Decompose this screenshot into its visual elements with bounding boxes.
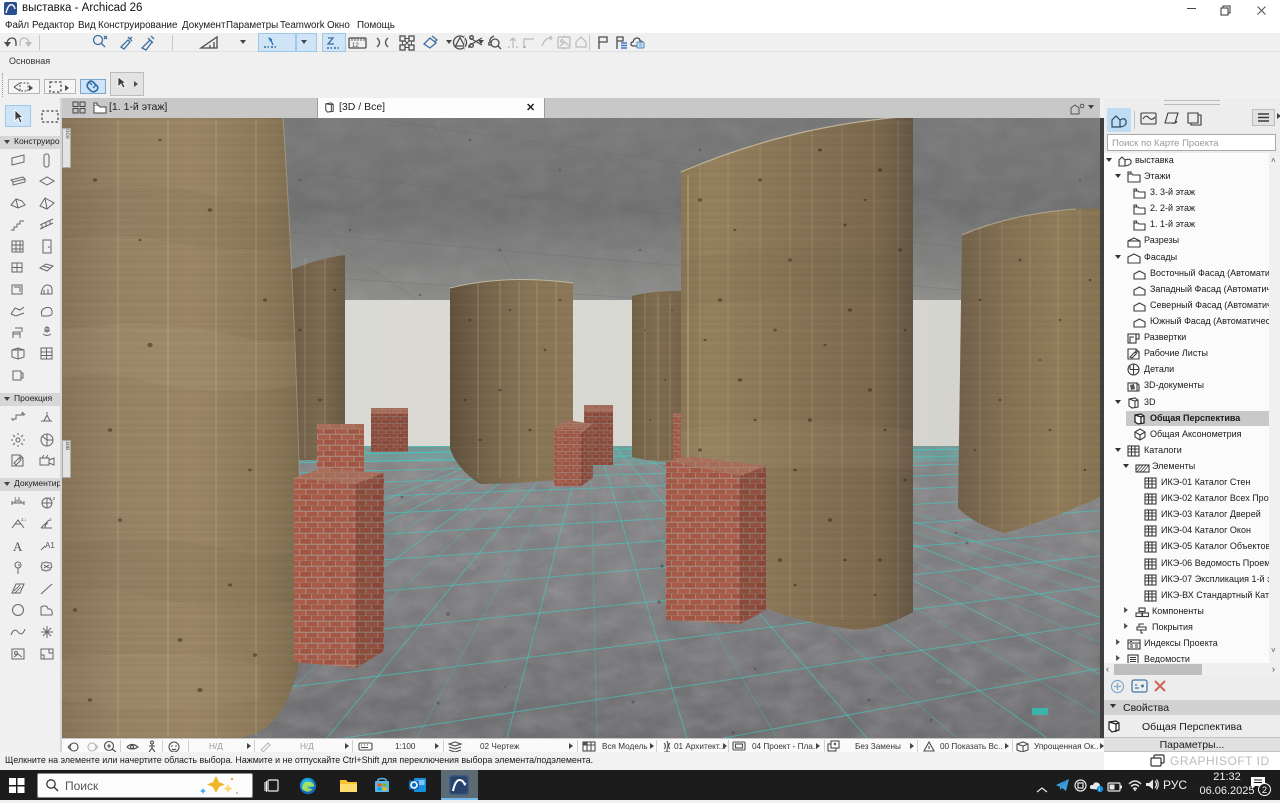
svg-text:12: 12 [352, 43, 359, 49]
svg-text:1.2: 1.2 [14, 496, 21, 501]
svg-text:1.2: 1.2 [49, 496, 55, 501]
svg-text:i: i [1099, 787, 1100, 792]
svg-text:1.3: 1.3 [21, 517, 26, 522]
svg-text:A: A [13, 539, 23, 553]
svg-text:A1: A1 [45, 541, 55, 550]
svg-text:α: α [49, 517, 52, 522]
